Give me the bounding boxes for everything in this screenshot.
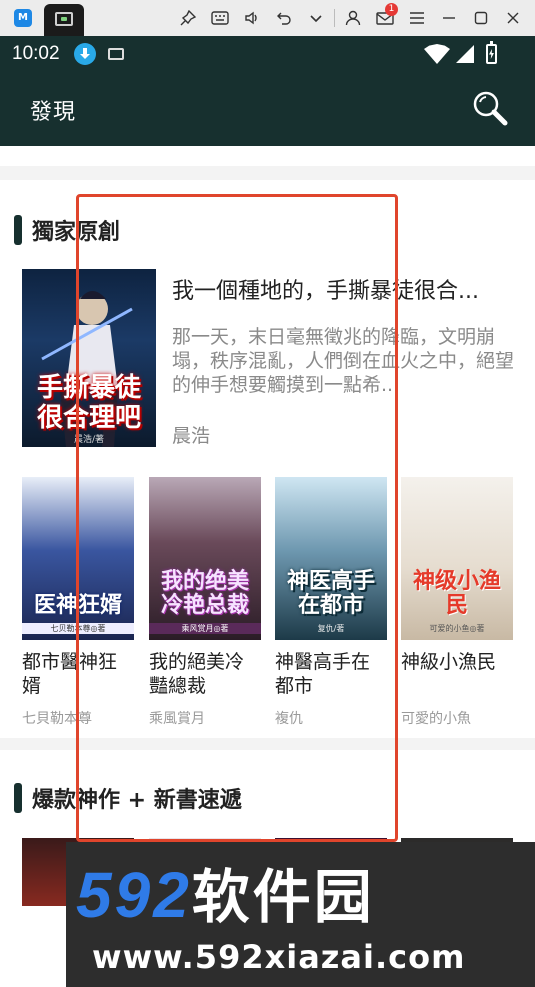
watermark-text: 软件园 — [191, 863, 375, 931]
maximize-icon[interactable] — [465, 0, 497, 36]
cover-author: 乘风赏月◎著 — [149, 623, 261, 634]
status-icons — [424, 41, 497, 64]
book-author: 乘風賞月 — [149, 711, 205, 727]
book-author: 七貝勒本尊 — [22, 711, 92, 727]
signal-icon — [456, 45, 474, 63]
book-cover: 医神狂婿 七贝勒本尊◎著 — [22, 477, 134, 640]
book-grid: 医神狂婿 七贝勒本尊◎著 都市醫神狂婿 七貝勒本尊 我的绝美冷艳总裁 乘风赏月◎… — [22, 477, 535, 732]
section-marker — [14, 783, 22, 813]
wifi-icon — [424, 44, 450, 64]
featured-title: 我一個種地的，手撕暴徒很合... — [172, 279, 479, 304]
book-title: 都市醫神狂婿 — [22, 651, 118, 697]
cover-title: 手撕暴徒很合理吧 — [36, 373, 141, 433]
book-author: 複仇 — [275, 711, 303, 727]
section-title: 爆款神作 + 新書速遞 — [32, 788, 242, 813]
section-divider — [0, 738, 535, 750]
minimize-icon[interactable] — [433, 0, 465, 36]
emulator-controls: 1 — [172, 0, 529, 36]
book-card[interactable]: 神级小渔民 可爱的小鱼◎著 神級小漁民 可愛的小魚 — [401, 477, 513, 732]
chevron-down-icon[interactable] — [300, 0, 332, 36]
undo-icon[interactable] — [268, 0, 300, 36]
cover-author: 复仇/著 — [317, 624, 345, 633]
keyboard-icon[interactable] — [204, 0, 236, 36]
cover-author: 可爱的小鱼◎著 — [429, 624, 485, 633]
watermark: 592软件园 www.592xiazai.com — [66, 842, 535, 987]
app-header: 發現 — [0, 74, 535, 146]
close-icon[interactable] — [497, 0, 529, 36]
watermark-number: 592 — [76, 859, 192, 931]
section-header: 爆款神作 + 新書速遞 — [14, 782, 242, 814]
search-icon — [473, 91, 508, 126]
download-icon — [74, 43, 96, 65]
status-time: 10:02 — [12, 43, 60, 64]
emulator-toolbar: M 1 — [0, 0, 535, 36]
cover-author: 晨浩/著 — [73, 435, 105, 445]
book-title: 我的絕美冷豔總裁 — [149, 651, 245, 697]
section-marker — [14, 215, 22, 245]
featured-description: 那一天，末日毫無徵兆的降臨，文明崩塌，秩序混亂，人們倒在血火之中，絕望的伸手想要… — [172, 326, 515, 396]
cover-title: 我的绝美冷艳总裁 — [160, 569, 249, 618]
bottom-area — [0, 906, 66, 987]
volume-icon[interactable] — [236, 0, 268, 36]
divider — [334, 9, 335, 27]
search-button[interactable] — [470, 88, 510, 128]
user-icon[interactable] — [337, 0, 369, 36]
category-strip — [0, 146, 535, 166]
mail-badge: 1 — [385, 3, 398, 16]
book-title: 神級小漁民 — [401, 651, 497, 673]
book-cover: 我的绝美冷艳总裁 乘风赏月◎著 — [149, 477, 261, 640]
book-cover: 手撕暴徒很合理吧 晨浩/著 — [22, 269, 156, 447]
section-header: 獨家原創 — [14, 214, 120, 246]
mail-icon[interactable]: 1 — [369, 0, 401, 36]
book-cover: 神医高手在都市 复仇/著 — [275, 477, 387, 640]
watermark-brand: 592软件园 — [76, 850, 375, 934]
pin-icon[interactable] — [172, 0, 204, 36]
cover-title: 神级小渔民 — [412, 569, 501, 618]
featured-author: 晨浩 — [172, 425, 211, 447]
cover-title: 医神狂婿 — [33, 593, 122, 618]
page-title: 發現 — [30, 100, 77, 125]
section-title: 獨家原創 — [32, 220, 121, 245]
book-title: 神醫高手在都市 — [275, 651, 371, 697]
app-screen: M 1 10:02 發現 獨家原創 手撕暴徒很合理吧 晨浩/著 我一個種地的，手… — [0, 0, 535, 987]
notification-app-icon — [108, 48, 124, 60]
featured-book[interactable]: 手撕暴徒很合理吧 晨浩/著 我一個種地的，手撕暴徒很合... 那一天，末日毫無徵… — [22, 269, 527, 449]
cover-author: 七贝勒本尊◎著 — [22, 623, 134, 634]
battery-icon — [486, 41, 497, 64]
app-tab-icon — [55, 12, 73, 26]
emulator-logo-icon: M — [14, 9, 32, 27]
book-cover: 神级小渔民 可爱的小鱼◎著 — [401, 477, 513, 640]
watermark-url: www.592xiazai.com — [92, 938, 466, 976]
book-card[interactable]: 神医高手在都市 复仇/著 神醫高手在都市 複仇 — [275, 477, 387, 732]
cover-title: 神医高手在都市 — [286, 569, 375, 618]
book-card[interactable]: 我的绝美冷艳总裁 乘风赏月◎著 我的絕美冷豔總裁 乘風賞月 — [149, 477, 261, 732]
menu-icon[interactable] — [401, 0, 433, 36]
book-card[interactable]: 医神狂婿 七贝勒本尊◎著 都市醫神狂婿 七貝勒本尊 — [22, 477, 134, 732]
section-divider — [0, 166, 535, 180]
book-author: 可愛的小魚 — [401, 711, 471, 727]
emulator-tab[interactable] — [44, 4, 84, 36]
status-bar: 10:02 — [0, 36, 535, 74]
